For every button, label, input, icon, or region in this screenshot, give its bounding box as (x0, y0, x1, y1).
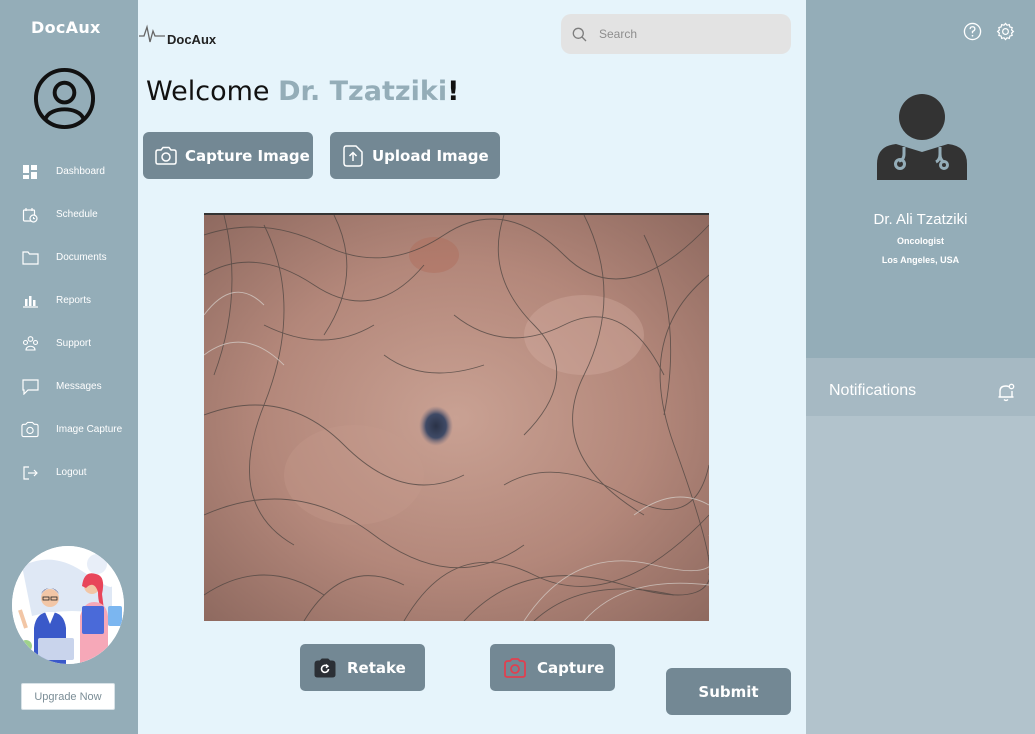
welcome-name: Dr. Tzatziki (278, 76, 448, 107)
upload-image-label: Upload Image (372, 146, 489, 165)
doctor-name: Dr. Ali Tzatziki (873, 211, 968, 228)
promo-illustration (12, 546, 124, 664)
message-icon (21, 378, 39, 396)
sidebar-item-schedule[interactable]: Schedule (0, 193, 138, 236)
sidebar-item-label: Dashboard (56, 166, 105, 177)
top-icons (963, 22, 1015, 41)
welcome-suffix: ! (447, 76, 460, 107)
sidebar-item-messages[interactable]: Messages (0, 365, 138, 408)
sidebar-item-label: Support (56, 338, 92, 349)
sidebar-nav: Dashboard Schedule Documents Reports Sup… (0, 150, 138, 494)
camera-icon (155, 145, 177, 167)
folder-icon (21, 249, 39, 267)
sidebar-item-label: Logout (56, 467, 87, 478)
capture-image-label: Capture Image (185, 146, 310, 165)
settings-gear-icon[interactable] (996, 22, 1015, 41)
heartbeat-icon (139, 23, 165, 42)
sidebar-item-label: Schedule (56, 209, 98, 220)
logout-icon (21, 464, 39, 482)
doctor-avatar-icon (877, 94, 967, 180)
sidebar-item-logout[interactable]: Logout (0, 451, 138, 494)
retake-label: Retake (347, 658, 406, 677)
sidebar-item-documents[interactable]: Documents (0, 236, 138, 279)
support-icon (21, 335, 39, 353)
capture-label: Capture (537, 658, 605, 677)
notifications-list (806, 416, 1035, 734)
welcome-prefix: Welcome (146, 76, 279, 107)
sidebar-item-label: Image Capture (56, 424, 123, 435)
logo-text: DocAux (167, 32, 217, 47)
app-logo[interactable]: DocAux (139, 20, 216, 47)
bar-chart-icon (21, 292, 39, 310)
upload-file-icon (342, 144, 364, 167)
bell-icon[interactable] (996, 382, 1016, 402)
user-avatar-icon[interactable] (33, 67, 96, 130)
sidebar-brand: DocAux (31, 18, 101, 37)
upgrade-now-button[interactable]: Upgrade Now (21, 683, 115, 710)
schedule-icon (21, 206, 39, 224)
sidebar-item-dashboard[interactable]: Dashboard (0, 150, 138, 193)
doctor-role: Oncologist (897, 236, 944, 246)
notifications-panel: Notifications (806, 358, 1035, 734)
search-bar[interactable] (561, 14, 791, 54)
retake-camera-icon (313, 657, 337, 679)
welcome-heading: Welcome Dr. Tzatziki! (146, 76, 459, 107)
captured-skin-image (204, 213, 709, 621)
search-icon (572, 27, 587, 41)
dashboard-icon (21, 163, 39, 181)
capture-camera-icon (503, 657, 527, 679)
sidebar-item-image-capture[interactable]: Image Capture (0, 408, 138, 451)
help-icon[interactable] (963, 22, 982, 41)
capture-button[interactable]: Capture (490, 644, 615, 691)
upload-image-button[interactable]: Upload Image (330, 132, 500, 179)
doctor-profile-panel: Dr. Ali Tzatziki Oncologist Los Angeles,… (806, 0, 1035, 358)
sidebar-item-label: Reports (56, 295, 92, 306)
notifications-title: Notifications (829, 382, 917, 399)
sidebar: DocAux Dashboard Schedule Documents Repo… (0, 0, 138, 734)
submit-button[interactable]: Submit (666, 668, 791, 715)
retake-button[interactable]: Retake (300, 644, 425, 691)
doctor-location: Los Angeles, USA (881, 255, 960, 265)
camera-icon (21, 421, 39, 439)
sidebar-item-label: Messages (56, 381, 102, 392)
capture-image-button[interactable]: Capture Image (143, 132, 313, 179)
sidebar-item-reports[interactable]: Reports (0, 279, 138, 322)
search-input[interactable] (599, 27, 779, 41)
sidebar-item-label: Documents (56, 252, 107, 263)
sidebar-item-support[interactable]: Support (0, 322, 138, 365)
